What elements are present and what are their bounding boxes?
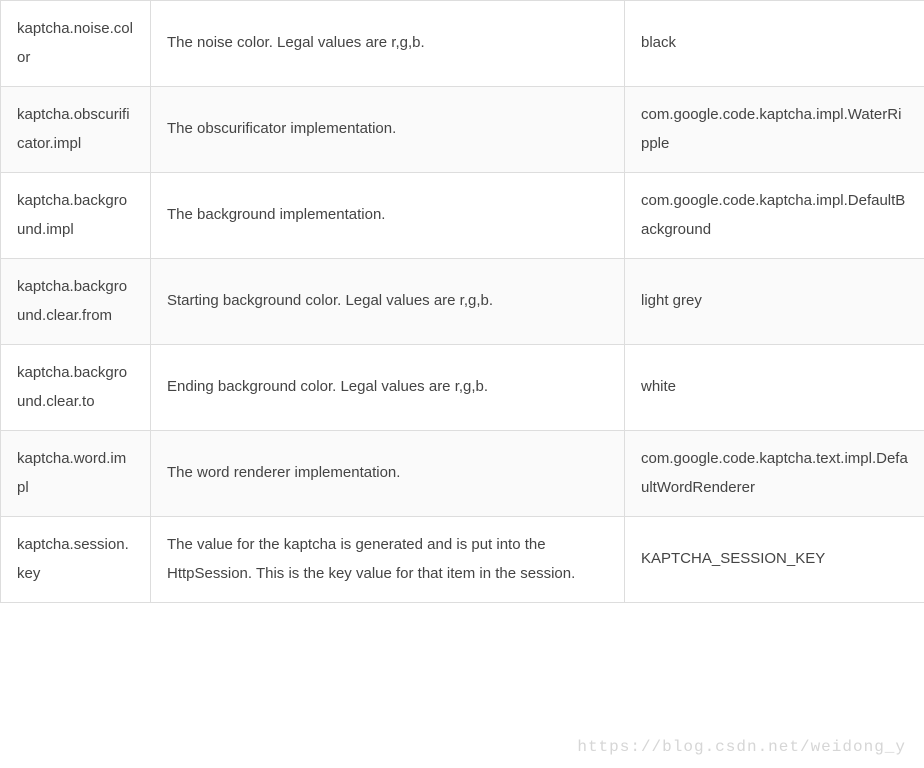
config-val: white xyxy=(625,345,924,431)
config-val: com.google.code.kaptcha.impl.WaterRipple xyxy=(625,87,924,173)
config-key: kaptcha.noise.color xyxy=(1,1,151,87)
config-desc: The obscurificator implementation. xyxy=(151,87,625,173)
config-table: kaptcha.noise.color The noise color. Leg… xyxy=(0,0,924,603)
config-val: com.google.code.kaptcha.text.impl.Defaul… xyxy=(625,431,924,517)
table-row: kaptcha.background.clear.from Starting b… xyxy=(1,259,924,345)
table-row: kaptcha.noise.color The noise color. Leg… xyxy=(1,1,924,87)
config-desc: The word renderer implementation. xyxy=(151,431,625,517)
config-val: light grey xyxy=(625,259,924,345)
config-val: black xyxy=(625,1,924,87)
config-desc: The value for the kaptcha is generated a… xyxy=(151,517,625,603)
table-row: kaptcha.obscurificator.impl The obscurif… xyxy=(1,87,924,173)
config-key: kaptcha.background.clear.to xyxy=(1,345,151,431)
config-val: com.google.code.kaptcha.impl.DefaultBack… xyxy=(625,173,924,259)
config-val: KAPTCHA_SESSION_KEY xyxy=(625,517,924,603)
config-desc: The background implementation. xyxy=(151,173,625,259)
table-row: kaptcha.session.key The value for the ka… xyxy=(1,517,924,603)
config-key: kaptcha.session.key xyxy=(1,517,151,603)
watermark-text: https://blog.csdn.net/weidong_y xyxy=(577,738,906,756)
config-key: kaptcha.word.impl xyxy=(1,431,151,517)
table-row: kaptcha.background.impl The background i… xyxy=(1,173,924,259)
config-desc: Starting background color. Legal values … xyxy=(151,259,625,345)
config-key: kaptcha.background.impl xyxy=(1,173,151,259)
config-key: kaptcha.obscurificator.impl xyxy=(1,87,151,173)
table-row: kaptcha.word.impl The word renderer impl… xyxy=(1,431,924,517)
config-key: kaptcha.background.clear.from xyxy=(1,259,151,345)
table-row: kaptcha.background.clear.to Ending backg… xyxy=(1,345,924,431)
config-desc: Ending background color. Legal values ar… xyxy=(151,345,625,431)
config-desc: The noise color. Legal values are r,g,b. xyxy=(151,1,625,87)
